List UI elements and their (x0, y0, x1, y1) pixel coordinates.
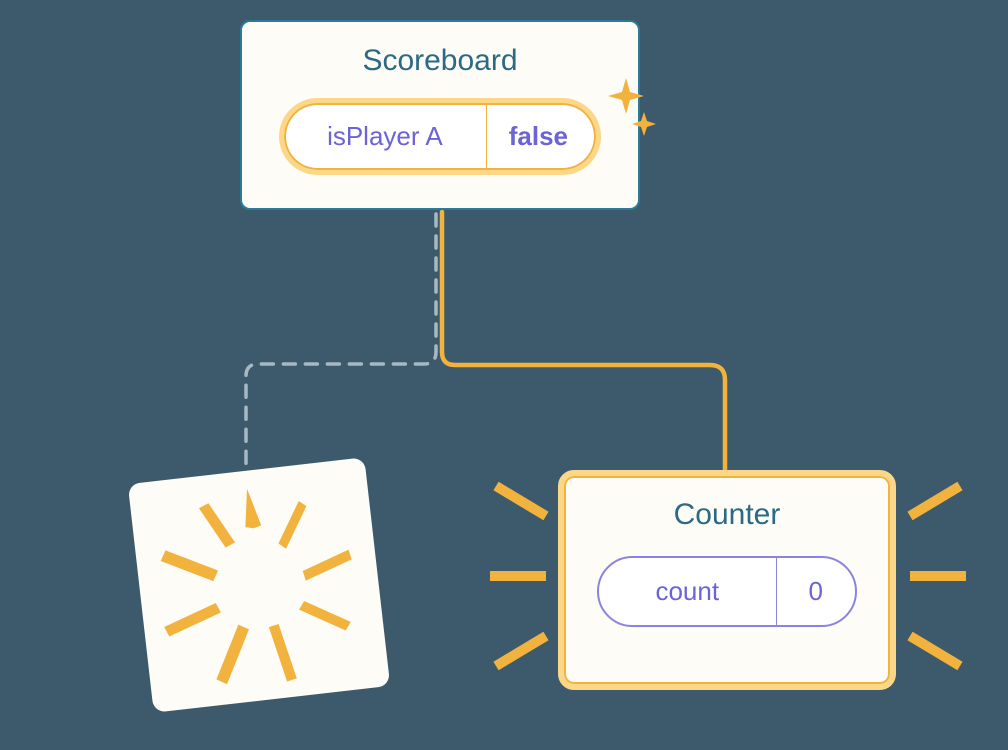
counter-state-name: count (599, 558, 777, 625)
poof-burst-icon (128, 457, 391, 712)
scoreboard-title: Scoreboard (270, 44, 610, 78)
scoreboard-prop-value: false (487, 103, 596, 170)
sparkle-icon (604, 74, 660, 144)
removed-card (128, 457, 391, 712)
burst-right-icon (896, 478, 974, 678)
scoreboard-prop-name: isPlayer A (284, 103, 487, 170)
counter-card: Counter count 0 (558, 470, 896, 690)
scoreboard-prop-pill: isPlayer A false (279, 98, 601, 175)
counter-state-value: 0 (777, 558, 855, 625)
scoreboard-card: Scoreboard isPlayer A false (240, 20, 640, 210)
counter-state-pill: count 0 (597, 556, 857, 627)
burst-left-icon (488, 478, 560, 678)
counter-title: Counter (592, 498, 862, 532)
connector-solid (442, 212, 725, 476)
connector-dashed (246, 214, 436, 470)
